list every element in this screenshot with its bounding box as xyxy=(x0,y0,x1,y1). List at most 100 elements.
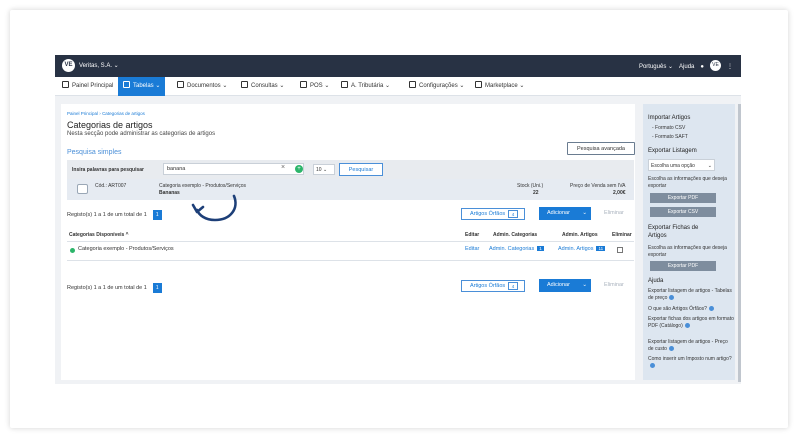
import-title: Importar Artigos xyxy=(648,115,691,121)
language-selector[interactable]: Português ⌄ xyxy=(639,63,673,70)
row-admin-categories-link[interactable]: Admin. Categorias 1 xyxy=(489,246,544,252)
help-link-5[interactable]: Como inserir um Imposto num artigo? xyxy=(648,356,734,370)
breadcrumb: Painel Principal › Categorias de artigos xyxy=(67,111,145,116)
orphan-count-badge: 4 xyxy=(508,282,518,290)
admin-articles-count: 11 xyxy=(596,246,606,251)
nav-painel-principal[interactable]: Painel Principal xyxy=(57,77,118,96)
delete-button[interactable]: Eliminar xyxy=(604,210,624,216)
orphan-articles-button[interactable]: Artigos Órfãos 4 xyxy=(461,280,525,292)
info-icon xyxy=(668,346,674,351)
sheets-title: Exportar Fichas de Artigos xyxy=(648,225,699,239)
export-pdf-button[interactable]: Exportar PDF xyxy=(650,193,716,203)
import-saft-link[interactable]: - Formato SAFT xyxy=(652,134,738,141)
page-title: Categorias de artigos xyxy=(67,120,153,130)
search-result-row[interactable]: Cód.: ART007 Categoria exemplo - Produto… xyxy=(67,179,634,200)
chevron-down-icon: ⌄ xyxy=(582,282,587,288)
col-delete: Eliminar xyxy=(612,232,632,238)
advanced-search-button[interactable]: Pesquisa avançada xyxy=(567,142,635,155)
clear-icon[interactable]: × xyxy=(281,164,285,171)
nav-consultas[interactable]: Consultas ⌄ xyxy=(236,77,289,96)
nav-marketplace[interactable]: Marketplace ⌄ xyxy=(470,77,529,96)
main-nav: Painel Principal Tabelas ⌄ Documentos ⌄ … xyxy=(55,77,741,96)
company-selector[interactable]: Veritas, S.A. ⌄ xyxy=(79,62,119,69)
export-csv-button[interactable]: Exportar CSV xyxy=(650,207,716,217)
status-dot-icon xyxy=(70,248,75,253)
result-stock-label: Stock (Uni.) xyxy=(517,183,544,189)
marketplace-icon xyxy=(475,81,482,88)
help-link-2[interactable]: O que são Artigos Órfãos? xyxy=(648,306,734,313)
app-window: VE Veritas, S.A. ⌄ Português ⌄ Ajuda ● V… xyxy=(55,55,741,384)
page-size-select[interactable]: 10 ⌄ xyxy=(313,164,335,175)
nav-tributaria[interactable]: A. Tributária ⌄ xyxy=(336,77,395,96)
help-link-3[interactable]: Exportar fichas dos artigos em formato P… xyxy=(648,316,734,330)
image-placeholder-icon xyxy=(77,184,88,194)
pagination-text: Registo(s) 1 a 1 de um total de 1 xyxy=(67,212,147,218)
help-link[interactable]: Ajuda xyxy=(679,64,694,70)
sheets-pdf-button[interactable]: Exportar PDF xyxy=(650,261,716,271)
admin-articles-label: Admin. Artigos xyxy=(558,246,594,252)
top-bar-right: Português ⌄ Ajuda ● VE ⋮ xyxy=(639,60,733,71)
search-label: Insira palavras para pesquisar xyxy=(72,167,144,173)
delete-button[interactable]: Eliminar xyxy=(604,282,624,288)
add-label: Adicionar xyxy=(547,282,570,288)
orphan-articles-label: Artigos Órfãos xyxy=(470,283,506,289)
add-button[interactable]: Adicionar ⌄ xyxy=(539,279,591,292)
row-delete-checkbox[interactable] xyxy=(617,247,623,253)
add-filter-icon[interactable]: + xyxy=(295,165,303,173)
breadcrumb-home[interactable]: Painel Principal xyxy=(67,111,98,116)
orphan-count-badge: 4 xyxy=(508,210,518,218)
export-title: Exportar Listagem xyxy=(648,148,697,154)
tax-icon xyxy=(341,81,348,88)
export-select-value: Escolha uma opção xyxy=(651,163,695,169)
curved-arrow-annotation xyxy=(191,194,237,222)
export-select[interactable]: Escolha uma opção ⌄ xyxy=(648,159,715,171)
help-link-4[interactable]: Exportar listagem de artigos - Preço de … xyxy=(648,339,734,353)
info-icon xyxy=(708,306,714,311)
main-content: Painel Principal › Categorias de artigos… xyxy=(61,104,635,380)
col-admin-categories: Admin. Categorias xyxy=(493,232,538,238)
info-icon xyxy=(650,363,655,368)
document-icon xyxy=(177,81,184,88)
info-icon xyxy=(684,323,690,328)
breadcrumb-current[interactable]: Categorias de artigos xyxy=(102,111,145,116)
page-button[interactable]: 1 xyxy=(152,210,162,220)
nav-documentos[interactable]: Documentos ⌄ xyxy=(172,77,232,96)
pagination-bottom: Registo(s) 1 a 1 de um total de 1 1 xyxy=(67,283,162,293)
col-categories[interactable]: Categorias Disponíveis ^ xyxy=(69,232,129,238)
col-admin-articles: Admin. Artigos xyxy=(562,232,598,238)
import-csv-link[interactable]: - Formato CSV xyxy=(652,125,738,132)
avatar[interactable]: VE xyxy=(710,60,721,71)
nav-configuracoes[interactable]: Configurações ⌄ xyxy=(404,77,469,96)
col-edit: Editar xyxy=(465,232,480,238)
row-edit-link[interactable]: Editar xyxy=(465,246,479,252)
search-button[interactable]: Pesquisar xyxy=(339,163,383,176)
dashboard-icon xyxy=(62,81,69,88)
bell-icon[interactable]: ● xyxy=(700,64,704,70)
help-link-1[interactable]: Exportar listagem de artigos - Tabelas d… xyxy=(648,288,734,302)
admin-categories-count: 1 xyxy=(537,246,544,251)
pos-icon xyxy=(300,81,307,88)
nav-tabelas[interactable]: Tabelas ⌄ xyxy=(118,77,166,96)
result-price-label: Preço de Venda sem IVA xyxy=(570,183,626,189)
company-logo[interactable]: VE xyxy=(62,59,75,72)
top-bar: VE Veritas, S.A. ⌄ Português ⌄ Ajuda ● V… xyxy=(55,55,741,77)
admin-categories-label: Admin. Categorias xyxy=(489,246,535,252)
export-hint: Escolha as informações que deseja export… xyxy=(648,176,727,189)
page-subtitle: Nesta secção pode administrar as categor… xyxy=(67,131,216,137)
pagination-text: Registo(s) 1 a 1 de um total de 1 xyxy=(67,285,147,291)
pagination-top: Registo(s) 1 a 1 de um total de 1 1 xyxy=(67,210,162,220)
row-category-name: Categoria exemplo - Produtos/Serviços xyxy=(78,246,174,252)
nav-pos[interactable]: POS ⌄ xyxy=(295,77,334,96)
scrollbar[interactable] xyxy=(738,104,741,382)
add-label: Adicionar xyxy=(547,210,570,216)
add-button[interactable]: Adicionar ⌄ xyxy=(539,207,591,220)
orphan-articles-button[interactable]: Artigos Órfãos 4 xyxy=(461,208,525,220)
chart-icon xyxy=(241,81,248,88)
row-admin-articles-link[interactable]: Admin. Artigos 11 xyxy=(558,246,606,252)
result-code: Cód.: ART007 xyxy=(95,183,127,189)
more-icon[interactable]: ⋮ xyxy=(727,63,733,70)
table-icon xyxy=(123,81,130,88)
page-button[interactable]: 1 xyxy=(152,283,162,293)
right-sidebar: Importar Artigos - Formato CSV - Formato… xyxy=(643,104,735,380)
result-price-value: 2,00€ xyxy=(613,190,626,196)
